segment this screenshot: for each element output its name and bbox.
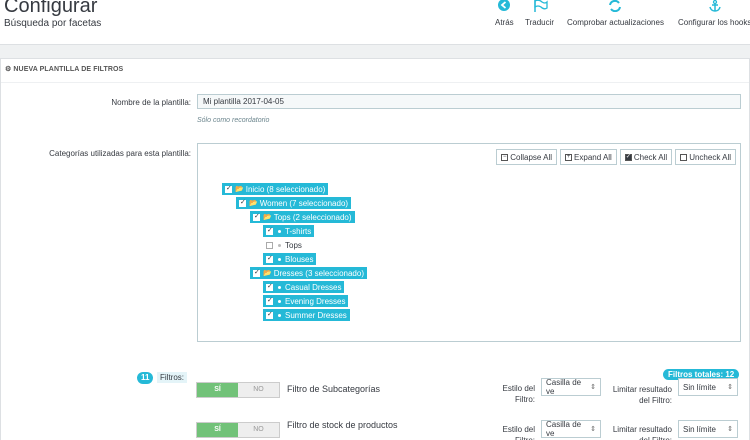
leaf-dot-icon — [278, 243, 281, 247]
page-title: Configurar — [4, 0, 98, 17]
check-updates-button[interactable]: Comprobar actualizaciones — [567, 0, 664, 27]
chevron-updown-icon: ⇕ — [590, 384, 596, 391]
filter-style-select[interactable]: Casilla de ve ⇕ — [541, 420, 601, 438]
category-checkbox[interactable] — [225, 184, 232, 193]
flag-icon — [525, 0, 554, 14]
tree-node-casual-dresses[interactable]: Casual Dresses — [263, 281, 345, 293]
anchor-icon — [678, 0, 750, 14]
category-checkbox[interactable] — [253, 268, 260, 277]
tree-node-inicio[interactable]: 📂 Inicio (8 seleccionado) — [222, 183, 329, 195]
template-name-help: Sólo como recordatorio — [197, 117, 270, 124]
filter-name: Filtro de stock de productos — [287, 420, 398, 430]
leaf-dot-icon — [278, 285, 281, 289]
checkbox-checked-icon: ✓ — [624, 153, 632, 161]
category-checkbox[interactable] — [266, 282, 273, 291]
template-name-label: Nombre de la plantilla: — [111, 98, 191, 107]
category-checkbox[interactable] — [266, 310, 273, 319]
switch-on[interactable]: SÍ — [197, 383, 238, 397]
filters-label: Filtros: — [157, 372, 187, 383]
folder-open-icon: 📂 — [235, 186, 244, 193]
filter-limit-select[interactable]: Sin límite ⇕ — [678, 378, 738, 396]
stock-filter-switch[interactable]: SÍ NO — [196, 422, 280, 438]
checkbox-empty-icon — [680, 153, 688, 161]
filter-style-label: Estilo del Filtro: — [502, 425, 535, 440]
leaf-dot-icon — [278, 229, 281, 233]
folder-open-icon: 📂 — [263, 270, 272, 277]
category-checkbox[interactable] — [266, 241, 273, 249]
page-subtitle: Búsqueda por facetas — [4, 18, 102, 29]
collapse-icon: − — [501, 153, 509, 161]
check-all-button[interactable]: ✓ Check All — [619, 149, 673, 165]
chevron-updown-icon: ⇕ — [727, 384, 733, 391]
leaf-dot-icon — [278, 299, 281, 303]
switch-off[interactable]: NO — [238, 423, 279, 437]
categories-label: Categorías utilizadas para esta plantill… — [49, 149, 191, 158]
uncheck-all-button[interactable]: Uncheck All — [675, 149, 736, 165]
tree-node-dresses[interactable]: 📂 Dresses (3 seleccionado) — [250, 267, 367, 279]
tree-node-tops-leaf[interactable]: Tops — [263, 239, 305, 251]
category-checkbox[interactable] — [239, 198, 246, 207]
collapse-all-button[interactable]: − Collapse All — [496, 149, 558, 165]
back-button[interactable]: Atrás — [495, 0, 514, 27]
translate-button[interactable]: Traducir — [525, 0, 554, 27]
switch-on[interactable]: SÍ — [197, 423, 238, 437]
switch-off[interactable]: NO — [238, 383, 279, 397]
refresh-icon — [567, 0, 664, 14]
expand-all-button[interactable]: + Expand All — [560, 149, 617, 165]
gears-icon: ⚙ — [5, 66, 12, 73]
back-circle-icon — [495, 0, 514, 14]
filter-style-label: Estilo del Filtro: — [502, 384, 535, 404]
expand-icon: + — [565, 153, 573, 161]
tree-node-tshirts[interactable]: T-shirts — [263, 225, 315, 237]
category-checkbox[interactable] — [253, 212, 260, 221]
folder-open-icon: 📂 — [249, 200, 258, 207]
template-name-input[interactable] — [197, 94, 741, 109]
folder-open-icon: 📂 — [263, 214, 272, 221]
tree-toolbar: − Collapse All + Expand All ✓ Check All … — [496, 149, 736, 165]
tree-node-blouses[interactable]: Blouses — [263, 253, 317, 265]
tree-node-women[interactable]: 📂 Women (7 seleccionado) — [236, 197, 352, 209]
configure-hooks-button[interactable]: Configurar los hooks — [678, 0, 750, 27]
chevron-updown-icon: ⇕ — [590, 426, 596, 433]
tree-node-tops[interactable]: 📂 Tops (2 seleccionado) — [250, 211, 355, 223]
subcategory-filter-switch[interactable]: SÍ NO — [196, 382, 280, 398]
category-tree: − Collapse All + Expand All ✓ Check All … — [197, 143, 741, 342]
chevron-updown-icon: ⇕ — [727, 426, 733, 433]
filter-limit-label: Limitar resultado del Filtro: — [612, 385, 672, 405]
category-checkbox[interactable] — [266, 226, 273, 235]
category-checkbox[interactable] — [266, 296, 273, 305]
panel-heading: ⚙ NUEVA PLANTILLA DE FILTROS — [1, 59, 749, 83]
filter-limit-select[interactable]: Sin límite ⇕ — [678, 420, 738, 438]
tree-node-summer-dresses[interactable]: Summer Dresses — [263, 309, 350, 321]
filter-limit-label: Limitar resultado del Filtro: — [612, 425, 672, 440]
page-header: Configurar Búsqueda por facetas Atrás Tr… — [0, 0, 750, 45]
filter-count-badge: 11 — [137, 372, 154, 384]
filter-style-select[interactable]: Casilla de ve ⇕ — [541, 378, 601, 396]
category-checkbox[interactable] — [266, 254, 273, 263]
filter-name: Filtro de Subcategorías — [287, 384, 381, 394]
leaf-dot-icon — [278, 313, 281, 317]
tree-node-evening-dresses[interactable]: Evening Dresses — [263, 295, 349, 307]
leaf-dot-icon — [278, 257, 281, 261]
filter-template-panel: ⚙ NUEVA PLANTILLA DE FILTROS Nombre de la… — [0, 58, 750, 440]
